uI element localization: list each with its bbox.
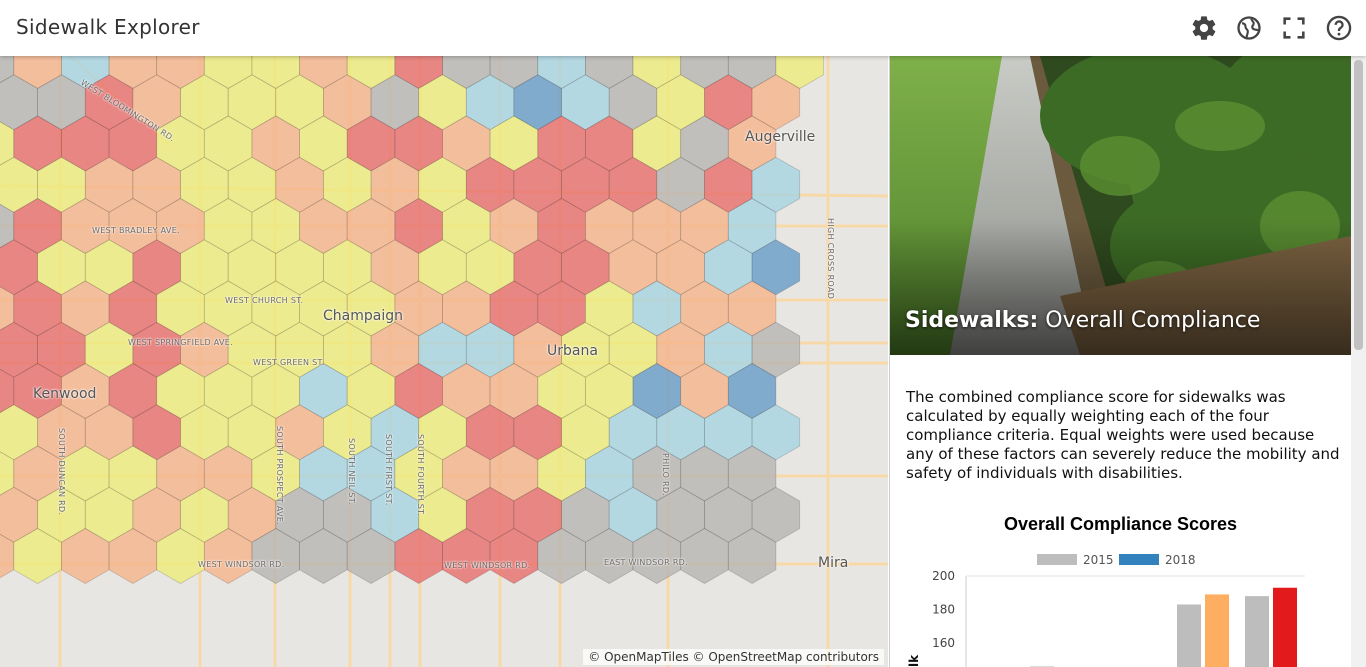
legend-label: 2018 (1165, 553, 1196, 567)
legend-label: 2015 (1083, 553, 1114, 567)
y-axis-label: lk (907, 654, 921, 667)
panel-scrollbar[interactable] (1351, 56, 1366, 667)
street-label: SOUTH DUNCAN RD. (57, 428, 66, 516)
street-label: SOUTH PROSPECT AVE. (275, 426, 284, 526)
street-label: EAST WINDSOR RD. (604, 558, 688, 567)
panel-title-bold: Sidewalks: (905, 308, 1039, 333)
y-tick-label: 180 (932, 603, 955, 617)
street-label: WEST BRADLEY AVE. (92, 226, 180, 235)
map-view[interactable]: Champaign Urbana Kenwood Augerville Mira… (0, 56, 888, 667)
panel-description: The combined compliance score for sidewa… (906, 388, 1340, 482)
hexbin-layer[interactable] (0, 56, 888, 667)
street-label: PHILO RD. (661, 453, 670, 497)
panel-title-rest: Overall Compliance (1038, 308, 1261, 333)
panel-title: Sidewalks: Overall Compliance (905, 308, 1260, 333)
city-label-augerville: Augerville (745, 129, 816, 145)
info-panel: Sidewalks: Overall Compliance The combin… (889, 56, 1366, 667)
fullscreen-icon[interactable] (1280, 14, 1308, 42)
compliance-chart: 2015 2018 160 180 200 lk (907, 553, 1305, 667)
city-label-kenwood: Kenwood (33, 386, 97, 402)
chart-bar[interactable] (1177, 604, 1201, 667)
street-label: SOUTH FIRST ST. (384, 434, 393, 506)
map-attribution[interactable]: © OpenMapTiles © OpenStreetMap contribut… (583, 649, 884, 665)
top-app-bar: Sidewalk Explorer (0, 0, 1366, 56)
gear-icon[interactable] (1190, 14, 1218, 42)
chart-title: Overall Compliance Scores (1003, 514, 1238, 534)
hex-cells[interactable] (0, 56, 824, 584)
street-label: WEST WINDSOR RD. (198, 560, 285, 569)
y-tick-label: 160 (932, 636, 955, 650)
street-label: SOUTH NEIL ST. (347, 438, 356, 505)
app-title: Sidewalk Explorer (16, 15, 200, 39)
scrollbar-thumb[interactable] (1354, 60, 1363, 350)
chart-bar[interactable] (1273, 587, 1297, 667)
street-label: HIGH CROSS ROAD (826, 218, 835, 300)
city-label-urbana: Urbana (547, 343, 598, 359)
street-label: SOUTH FOURTH ST. (416, 434, 425, 517)
street-label: WEST WINDSOR RD. (444, 561, 531, 570)
street-label: WEST SPRINGFIELD AVE. (128, 338, 233, 347)
city-label-champaign: Champaign (323, 308, 403, 324)
street-label: WEST GREEN ST. (253, 358, 325, 367)
help-icon[interactable] (1325, 14, 1353, 42)
chart-bar[interactable] (1245, 596, 1269, 667)
chart-bar[interactable] (1205, 594, 1229, 667)
city-label-mira: Mira (818, 555, 849, 571)
legend-swatch (1037, 554, 1077, 565)
street-label: WEST CHURCH ST. (225, 296, 304, 305)
legend-swatch (1119, 554, 1159, 565)
hero-image: Sidewalks: Overall Compliance (890, 56, 1351, 355)
y-tick-label: 200 (932, 569, 955, 583)
globe-icon[interactable] (1235, 14, 1263, 42)
